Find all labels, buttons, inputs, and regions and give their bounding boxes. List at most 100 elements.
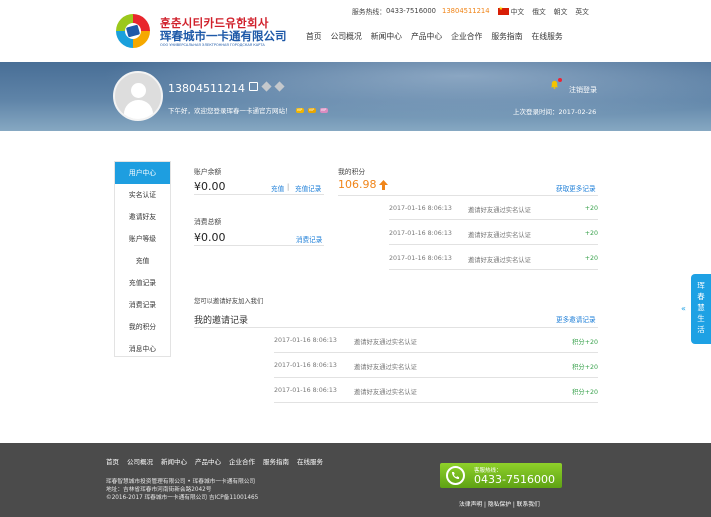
footer-nav-home[interactable]: 首页 <box>106 456 119 466</box>
banner-highlight <box>0 62 711 131</box>
lang-korean[interactable]: 朝文 <box>554 6 568 16</box>
more-invites-link[interactable]: 更多邀请记录 <box>556 314 596 324</box>
hotline-label: 服务热线： <box>352 8 386 16</box>
points-row-pts: +20 <box>584 230 598 237</box>
footer-nav-online-service[interactable]: 在线服务 <box>297 456 323 466</box>
logout-link[interactable]: 注销登录 <box>569 85 597 95</box>
sidebar-item-points[interactable]: 我的积分 <box>115 316 170 338</box>
vip-badge-icon: VIP <box>295 107 304 113</box>
user-sidebar: 用户中心 实名认证 邀请好友 账户等级 充值 充值记录 消费记录 我的积分 消息… <box>114 161 171 357</box>
points-row-time: 2017-01-16 8:06:13 <box>389 255 452 262</box>
vip-badge-icon-3: VIP <box>319 107 328 113</box>
nav-service-guide[interactable]: 服务指南 <box>491 31 522 42</box>
points-row-pts: +20 <box>584 255 598 262</box>
invite-row-time: 2017-01-16 8:06:13 <box>274 362 337 369</box>
invite-hint: 您可以邀请好友加入我们 <box>194 298 264 305</box>
divider <box>389 269 598 270</box>
divider <box>274 352 598 353</box>
divider <box>389 219 598 220</box>
invite-row-time: 2017-01-16 8:06:13 <box>274 337 337 344</box>
top-bar: 服务热线： 0433-7516000 13804511214 中文 俄文 朝文 … <box>352 6 589 17</box>
sidebar-item-messages[interactable]: 消息中心 <box>115 338 170 360</box>
balance-value: ¥0.00 <box>194 180 226 193</box>
invite-row-pts: 积分+20 <box>572 389 598 396</box>
footer-info: 珲春智慧城市投资管理有限公司 • 珲春城市一卡通有限公司 地址：吉林省珲春市河南… <box>106 478 258 502</box>
diamond-icon[interactable] <box>261 81 272 92</box>
footer-nav-cooperation[interactable]: 企业合作 <box>229 456 255 466</box>
nav-news[interactable]: 新闻中心 <box>371 31 402 42</box>
sidebar-item-invite[interactable]: 邀请好友 <box>115 206 170 228</box>
nav-company[interactable]: 公司概况 <box>331 31 362 42</box>
points-row-time: 2017-01-16 8:06:13 <box>389 205 452 212</box>
divider <box>194 194 324 195</box>
china-flag-icon <box>497 6 509 15</box>
divider <box>194 245 324 246</box>
smart-life-tab-text: 珲春慧生活 <box>697 281 705 334</box>
nav-online-service[interactable]: 在线服务 <box>532 31 563 42</box>
customer-hotline-number: 0433-7516000 <box>474 473 555 486</box>
footer-nav-news[interactable]: 新闻中心 <box>161 456 187 466</box>
footer-nav-service-guide[interactable]: 服务指南 <box>263 456 289 466</box>
footer-legal-links[interactable]: 法律声明 | 隐私保护 | 联系我们 <box>459 499 540 508</box>
sidebar-item-consume-records[interactable]: 消费记录 <box>115 294 170 316</box>
invite-row-time: 2017-01-16 8:06:13 <box>274 387 337 394</box>
footer-address: 地址：吉林省珲春市河南街新会路2042号 <box>106 487 212 493</box>
consume-label: 消费总额 <box>194 218 222 226</box>
consume-records-link[interactable]: 消费记录 <box>296 234 322 244</box>
recharge-link[interactable]: 充值 <box>271 183 284 193</box>
footer-companies: 珲春智慧城市投资管理有限公司 • 珲春城市一卡通有限公司 <box>106 479 256 485</box>
logo-russian-name: ООО УНИВЕРСАЛЬНАЯ ЭЛЕКТРОННАЯ ГОРОДСКАЯ … <box>160 43 265 47</box>
divider <box>274 402 598 403</box>
consume-value: ¥0.00 <box>194 231 226 244</box>
edit-icon[interactable] <box>249 82 258 91</box>
profile-icons <box>249 81 285 92</box>
invite-row-desc: 邀请好友通过实名认证 <box>354 389 417 396</box>
hotline-mobile: 13804511214 <box>442 7 490 15</box>
divider <box>274 377 598 378</box>
footer-nav-products[interactable]: 产品中心 <box>195 456 221 466</box>
nav-products[interactable]: 产品中心 <box>411 31 442 42</box>
points-value: 106.98 <box>338 178 377 191</box>
points-row-desc: 邀请好友通过实名认证 <box>468 232 531 239</box>
points-label: 我的积分 <box>338 168 366 176</box>
invite-row-desc: 邀请好友通过实名认证 <box>354 339 417 346</box>
more-points-link[interactable]: 获取更多记录 <box>556 183 596 193</box>
sidebar-item-user-center[interactable]: 用户中心 <box>115 162 170 184</box>
main-nav: 首页 公司概况 新闻中心 产品中心 企业合作 服务指南 在线服务 <box>306 31 563 42</box>
recharge-records-link[interactable]: 充值记录 <box>295 183 321 193</box>
sidebar-item-recharge-records[interactable]: 充值记录 <box>115 272 170 294</box>
balance-label: 账户余额 <box>194 168 222 176</box>
footer-nav: 首页 公司概况 新闻中心 产品中心 企业合作 服务指南 在线服务 <box>106 456 323 466</box>
invite-row-desc: 邀请好友通过实名认证 <box>354 364 417 371</box>
diamond-icon-2[interactable] <box>274 81 285 92</box>
footer-nav-company[interactable]: 公司概况 <box>127 456 153 466</box>
divider <box>338 195 598 196</box>
lang-russian[interactable]: 俄文 <box>532 6 546 16</box>
sidebar-item-recharge[interactable]: 充值 <box>115 250 170 272</box>
points-row-pts: +20 <box>584 205 598 212</box>
lang-chinese[interactable]: 中文 <box>511 6 525 16</box>
logo-chinese-name: 珲春城市一卡通有限公司 <box>160 29 287 43</box>
last-login-time: 上次登录时间：2017-02-26 <box>513 108 597 116</box>
lang-english[interactable]: 英文 <box>575 6 589 16</box>
arrow-up-icon <box>378 179 388 190</box>
invite-row-pts: 积分+20 <box>572 364 598 371</box>
points-row-desc: 邀请好友通过实名认证 <box>468 207 531 214</box>
phone-icon <box>446 466 465 485</box>
sidebar-item-level[interactable]: 账户等级 <box>115 228 170 250</box>
sidebar-item-real-name[interactable]: 实名认证 <box>115 184 170 206</box>
points-value-wrap: 106.98 <box>338 178 388 191</box>
welcome-line: 下午好，欢迎您登录珲春一卡通官方网站！ VIP VIP VIP <box>168 105 328 115</box>
invite-row-pts: 积分+20 <box>572 339 598 346</box>
nav-home[interactable]: 首页 <box>306 31 322 42</box>
vip-badge-icon-2: VIP <box>307 107 316 113</box>
user-phone: 13804511214 <box>168 82 245 95</box>
invite-records-title: 我的邀请记录 <box>194 316 249 326</box>
nav-cooperation[interactable]: 企业合作 <box>451 31 482 42</box>
divider <box>194 327 598 328</box>
smart-life-tab[interactable]: 珲春慧生活 <box>691 274 711 344</box>
avatar[interactable] <box>113 71 163 121</box>
company-logo-icon[interactable] <box>113 12 153 50</box>
collapse-arrow-icon[interactable]: « <box>681 304 686 313</box>
footer-copyright: ©2016-2017 珲春城市一卡通有限公司 吉ICP备11001465 <box>106 495 259 501</box>
